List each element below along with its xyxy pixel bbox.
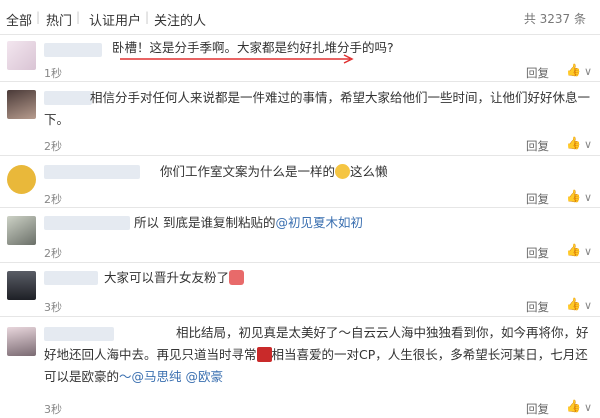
user-name[interactable]: [44, 43, 102, 57]
tab-all[interactable]: 全部: [6, 10, 32, 29]
timestamp: 3秒: [44, 403, 62, 416]
reply-button[interactable]: 回复: [526, 245, 549, 261]
total-count: 共 3237 条: [523, 12, 586, 26]
comment-text-part: 这么懒: [350, 164, 388, 179]
like-icon[interactable]: 👍: [566, 189, 581, 203]
reply-button[interactable]: 回复: [526, 65, 549, 81]
sticker-emoji-icon: [229, 270, 245, 285]
smile-emoji-icon: [335, 164, 351, 179]
user-name[interactable]: [44, 271, 98, 285]
more-options-icon[interactable]: ∨: [584, 191, 592, 204]
mention-link[interactable]: @初见夏木如初: [275, 215, 363, 230]
timestamp: 2秒: [44, 247, 62, 260]
avatar[interactable]: [7, 41, 36, 70]
avatar[interactable]: [7, 271, 36, 300]
broken-heart-icon: [256, 347, 272, 362]
timestamp: 2秒: [44, 193, 62, 206]
like-icon[interactable]: 👍: [566, 136, 581, 150]
comment-item: 相信分手对任何人来说都是一件难过的事情，希望大家给他们一些时间，让他们好好休息一…: [0, 81, 600, 156]
avatar[interactable]: [7, 165, 36, 194]
avatar[interactable]: [7, 90, 36, 119]
reply-button[interactable]: 回复: [526, 299, 549, 315]
comment-text-part: 你们工作室文案为什么是一样的: [160, 164, 336, 179]
timestamp: 1秒: [44, 67, 62, 80]
comment-text: 大家可以晋升女友粉了: [104, 267, 404, 289]
reply-button[interactable]: 回复: [526, 401, 549, 417]
tab-separator: |: [36, 10, 41, 24]
comment-item: 大家可以晋升女友粉了 3秒 回复 👍 ∨: [0, 262, 600, 317]
reply-button[interactable]: 回复: [526, 138, 549, 154]
tab-hot[interactable]: 热门: [46, 10, 72, 29]
avatar[interactable]: [7, 216, 36, 245]
more-options-icon[interactable]: ∨: [584, 299, 592, 312]
mention-link[interactable]: ～@马思纯: [119, 369, 182, 384]
mention-link[interactable]: @欧豪: [186, 369, 224, 384]
comment-item: 卧槽！这是分手季啊。大家都是约好扎堆分手的吗? 1秒 回复 👍 ∨: [0, 34, 600, 82]
tab-separator: |: [76, 10, 81, 24]
like-icon[interactable]: 👍: [566, 63, 581, 77]
like-icon[interactable]: 👍: [566, 243, 581, 257]
comment-filter-tabs: 全部 | 热门 | 认证用户 | 关注的人 共 3237 条: [0, 0, 600, 38]
comment-item: 所以 到底是谁复制粘贴的@初见夏木如初 2秒 回复 👍 ∨: [0, 207, 600, 263]
more-options-icon[interactable]: ∨: [584, 401, 592, 414]
comment-text-part: 所以 到底是谁复制粘贴的: [134, 215, 276, 230]
comment-text: 相信分手对任何人来说都是一件难过的事情，希望大家给他们一些时间，让他们好好休息一…: [44, 90, 591, 127]
more-options-icon[interactable]: ∨: [584, 245, 592, 258]
timestamp: 3秒: [44, 301, 62, 314]
comment-text: 你们工作室文案为什么是一样的 这么懒: [160, 161, 460, 183]
comment-text: 相比结局，初见真是太美好了～自云云人海中独独看到你，如今再将你，好好地还回人海中…: [44, 322, 596, 388]
tab-following[interactable]: 关注的人: [154, 10, 206, 29]
red-underline-arrow-annotation: [120, 54, 354, 64]
more-options-icon[interactable]: ∨: [584, 65, 592, 78]
like-icon[interactable]: 👍: [566, 297, 581, 311]
comment-text: 所以 到底是谁复制粘贴的@初见夏木如初: [134, 212, 434, 234]
like-icon[interactable]: 👍: [566, 399, 581, 413]
more-options-icon[interactable]: ∨: [584, 138, 592, 151]
tab-verified-users[interactable]: 认证用户: [89, 10, 141, 29]
avatar[interactable]: [7, 327, 36, 356]
user-name[interactable]: [44, 165, 140, 179]
comment-text-part: 大家可以晋升女友粉了: [104, 270, 230, 285]
reply-button[interactable]: 回复: [526, 191, 549, 207]
timestamp: 2秒: [44, 140, 62, 153]
comment-item: 你们工作室文案为什么是一样的 这么懒 2秒 回复 👍 ∨: [0, 155, 600, 208]
user-name[interactable]: [44, 216, 130, 230]
comment-item: 相比结局，初见真是太美好了～自云云人海中独独看到你，如今再将你，好好地还回人海中…: [0, 316, 600, 418]
tab-separator: |: [145, 10, 150, 24]
